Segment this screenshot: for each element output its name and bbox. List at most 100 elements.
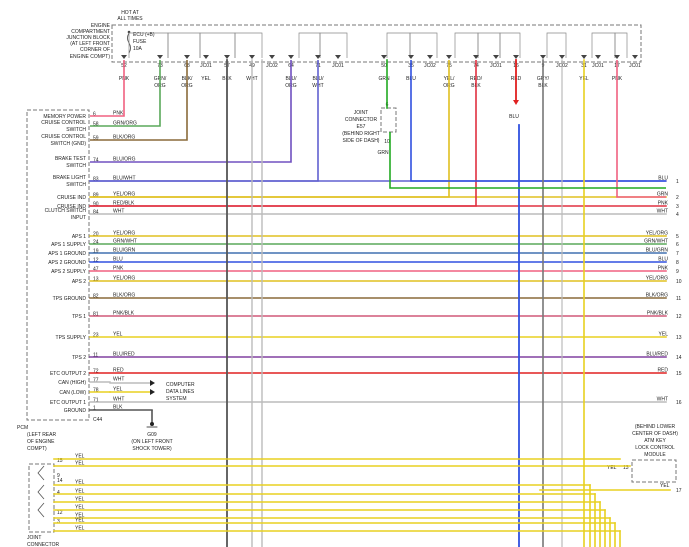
junction-terminal-arrow — [288, 55, 294, 59]
pcm-pin-name: BRAKE TEST — [55, 156, 86, 162]
wire-end-number: 15 — [676, 371, 682, 377]
lock-module-label: ATM KEY — [644, 438, 666, 444]
pcm-pin-name: GROUND — [64, 408, 87, 414]
pcm-pin-name: CAN (LOW) — [59, 390, 86, 396]
wire-end-label: WHT — [657, 397, 668, 403]
junction-terminal-label: JC01 — [629, 63, 641, 69]
joint-connector-pin: 14 — [57, 478, 63, 484]
wire-red-blk-cruise-ind — [90, 60, 477, 207]
pcm-wire-label: WHT — [113, 377, 124, 383]
wire-end-label: WHT — [657, 209, 668, 215]
e57-label: E57 — [357, 124, 366, 130]
e57-label: CONNECTOR — [345, 117, 378, 123]
junction-bus-bar — [199, 32, 236, 58]
wire-yel-org-cruise-ind — [90, 60, 450, 198]
junction-terminal-arrow — [381, 55, 387, 59]
junction-terminal-arrow — [249, 55, 255, 59]
wire-end-number: 12 — [676, 314, 682, 320]
ground-label: (ON LEFT FRONT — [131, 439, 172, 445]
junction-terminal-label: JC02 — [424, 63, 436, 69]
lock-module-end-wire: YEL — [660, 483, 670, 489]
pcm-connector-id: C44 — [93, 417, 102, 423]
computer-data-lines-label: SYSTEM — [166, 396, 187, 402]
junction-terminal-arrow — [203, 55, 209, 59]
joint-connector-wire-label: YEL — [75, 480, 85, 486]
pcm-pin-name: ETC OUTPUT 2 — [50, 371, 86, 377]
junction-terminal-arrow — [559, 55, 565, 59]
wire-end-label: YEL — [659, 332, 669, 338]
blu-wire-label: BLU — [509, 114, 519, 120]
joint-connector-bottom-outline — [28, 463, 55, 533]
computer-data-lines-label: COMPUTER — [166, 382, 195, 388]
joint-connector-pin: 4 — [57, 490, 60, 496]
e57-wire-label: GRN — [377, 150, 389, 156]
junction-terminal-label: 50 — [381, 63, 387, 69]
pcm-pin-name: TPS GROUND — [53, 296, 87, 302]
pcm-pin-name: CRUISE IND — [57, 195, 86, 201]
pcm-pin-name: BRAKE LIGHT — [53, 175, 86, 181]
joint-connector-e57-outline — [380, 107, 397, 133]
wiring-diagram: HOT ATALL TIMESENGINECOMPARTMENTJUNCTION… — [17, 10, 682, 547]
junction-bus-bar — [319, 32, 348, 58]
junction-terminal-arrow — [446, 55, 452, 59]
wire-pnk-memory-power — [90, 60, 125, 117]
wire-end-number: 6 — [676, 242, 679, 248]
arrow-can-high — [150, 380, 155, 386]
joint-connector-wire-label: YEL — [75, 461, 85, 467]
wire-end-label: PNK/BLK — [647, 311, 669, 317]
junction-terminal-arrow — [595, 55, 601, 59]
wire-end-label: BLU — [658, 257, 668, 263]
pcm-pin-name: INPUT — [71, 215, 86, 221]
pcm-pin-name: APS 1 SUPPLY — [51, 242, 87, 248]
joint-connector-wire-label: YEL — [75, 454, 85, 460]
wire-end-label: PNK — [658, 266, 669, 272]
wire-end-number: 10 — [676, 279, 682, 285]
joint-connector-internal-links — [37, 465, 45, 518]
pcm-pin-name: SWITCH (GND) — [50, 141, 86, 147]
wire-end-number: 2 — [676, 195, 679, 201]
junction-bus-bar — [409, 32, 438, 58]
pcm-pin-name: TPS 1 — [72, 314, 86, 320]
junction-bus-bar — [477, 32, 501, 58]
joint-connector-wire-label: YEL — [75, 505, 85, 511]
junction-terminal-arrow — [121, 55, 127, 59]
wire-end-label: YEL/ORG — [646, 276, 668, 282]
pcm-pin-name: SWITCH — [66, 127, 86, 133]
e57-label: SIDE OF DASH) — [343, 138, 380, 144]
junction-bus-bar — [454, 32, 479, 58]
junction-bus-bar — [614, 32, 628, 58]
pcm-pin-name: ETC OUTPUT 1 — [50, 400, 86, 406]
pcm-pin-name: TPS 2 — [72, 355, 86, 361]
pcm-label: OF ENGINE — [27, 439, 55, 445]
joint-connector-bottom-label: CONNECTOR — [27, 542, 60, 547]
junction-terminal-label: JC01 — [490, 63, 502, 69]
junction-wire-label: YEL — [201, 76, 211, 82]
junction-terminal-arrow — [269, 55, 275, 59]
ground-symbol — [150, 422, 154, 426]
e57-pin-bottom: 10 — [384, 139, 390, 145]
junction-bus-bar — [386, 32, 411, 58]
joint-connector-pin: 3 — [57, 519, 60, 525]
pcm-pin-name: CAN (HIGH) — [58, 380, 86, 386]
lock-module-end-number: 17 — [676, 488, 682, 494]
pcm-label: PCM — [17, 425, 28, 431]
wire-end-label: BLU/GRN — [646, 248, 669, 254]
junction-wire-label: GRN — [378, 76, 390, 82]
junction-block-label: ALL TIMES — [117, 16, 143, 22]
wire-end-number: 8 — [676, 260, 679, 266]
junction-terminal-arrow — [632, 55, 638, 59]
wire-end-number: 9 — [676, 269, 679, 275]
lock-module-label: CENTER OF DASH) — [632, 431, 678, 437]
junction-terminal-arrow — [224, 55, 230, 59]
pcm-pin-name: APS 2 GROUND — [48, 260, 86, 266]
lock-module-outline — [631, 459, 677, 483]
wire-end-label: GRN/WHT — [644, 239, 668, 245]
wire-blk-org-cruise-gnd — [90, 60, 188, 141]
junction-terminal-arrow — [408, 55, 414, 59]
e57-label: (BEHIND RIGHT — [342, 131, 380, 137]
junction-terminal-arrow — [157, 55, 163, 59]
pcm-pin-name: APS 1 — [72, 234, 86, 240]
wire-end-number: 4 — [676, 212, 679, 218]
wire-end-label: BLK/ORG — [646, 293, 668, 299]
pcm-pin-name: APS 2 — [72, 279, 86, 285]
